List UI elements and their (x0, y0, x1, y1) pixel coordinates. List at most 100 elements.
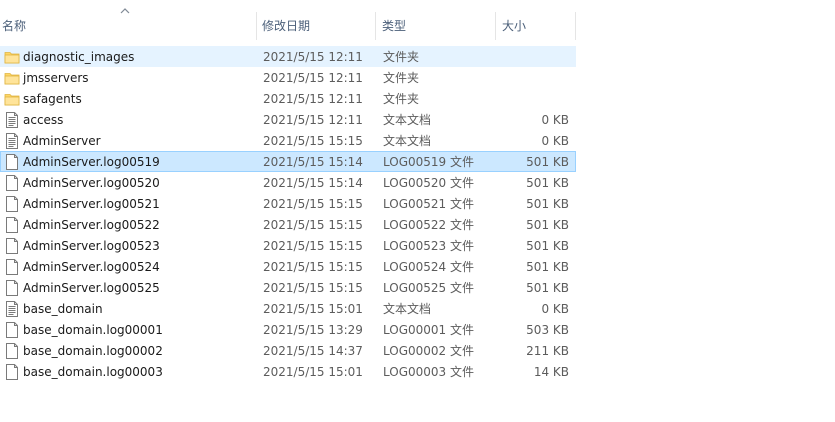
column-header-name-label: 名称 (2, 19, 27, 33)
file-modified-date: 2021/5/15 15:15 (263, 218, 363, 232)
blank-file-icon (4, 259, 20, 275)
file-modified-date: 2021/5/15 12:11 (263, 92, 363, 106)
folder-icon (4, 70, 20, 86)
file-row[interactable]: AdminServer.log00522 2021/5/15 15:15 LOG00… (0, 214, 576, 235)
column-header-type-label: 类型 (382, 19, 407, 33)
file-size: 501 KB (526, 260, 569, 274)
file-size: 501 KB (526, 218, 569, 232)
file-row[interactable]: access 2021/5/15 12:11 文本文档 0 KB (0, 109, 576, 130)
file-size: 14 KB (533, 365, 569, 379)
file-modified-date: 2021/5/15 15:15 (263, 239, 363, 253)
file-name: AdminServer.log00522 (23, 218, 160, 232)
file-row[interactable]: diagnostic_images 2021/5/15 12:11 文件夹 (0, 46, 576, 67)
file-modified-date: 2021/5/15 12:11 (263, 50, 363, 64)
blank-file-icon (4, 154, 20, 170)
sort-ascending-icon (120, 8, 130, 14)
file-size: 501 KB (526, 239, 569, 253)
file-modified-date: 2021/5/15 15:15 (263, 197, 363, 211)
blank-file-icon (4, 343, 20, 359)
file-size: 0 KB (541, 134, 569, 148)
file-type: 文本文档 (383, 302, 432, 316)
file-name: AdminServer.log00520 (23, 176, 160, 190)
file-row[interactable]: base_domain.log00003 2021/5/15 15:01 LOG00… (0, 361, 576, 382)
file-modified-date: 2021/5/15 15:14 (263, 155, 363, 169)
text-file-icon (4, 301, 20, 317)
file-type: 文件夹 (383, 71, 420, 85)
file-row[interactable]: base_domain.log00002 2021/5/15 14:37 LOG00… (0, 340, 576, 361)
column-header-type[interactable]: 类型 (376, 12, 496, 40)
file-type: 文本文档 (383, 113, 432, 127)
column-header-name[interactable]: 名称 (0, 8, 257, 40)
file-name: base_domain.log00003 (23, 365, 163, 379)
file-size: 503 KB (526, 323, 569, 337)
file-modified-date: 2021/5/15 15:01 (263, 302, 363, 316)
file-row[interactable]: jmsservers 2021/5/15 12:11 文件夹 (0, 67, 576, 88)
file-name: base_domain.log00001 (23, 323, 163, 337)
file-type: 文本文档 (383, 134, 432, 148)
file-explorer-details-view: 名称 修改日期 类型 大小 diagnostic_images 2021/5/15… (0, 0, 835, 422)
file-name: AdminServer (23, 134, 101, 148)
file-row[interactable]: safagents 2021/5/15 12:11 文件夹 (0, 88, 576, 109)
file-type: LOG00520 文件 (383, 176, 474, 190)
file-type: LOG00521 文件 (383, 197, 474, 211)
file-name: AdminServer.log00525 (23, 281, 160, 295)
file-row[interactable]: base_domain 2021/5/15 15:01 文本文档 0 KB (0, 298, 576, 319)
file-modified-date: 2021/5/15 15:14 (263, 176, 363, 190)
file-modified-date: 2021/5/15 15:15 (263, 281, 363, 295)
file-size: 501 KB (526, 281, 569, 295)
blank-file-icon (4, 196, 20, 212)
file-name: base_domain.log00002 (23, 344, 163, 358)
file-size: 0 KB (541, 113, 569, 127)
file-list: diagnostic_images 2021/5/15 12:11 文件夹 jmsse… (0, 46, 576, 382)
file-row[interactable]: base_domain.log00001 2021/5/15 13:29 LOG00… (0, 319, 576, 340)
file-row[interactable]: AdminServer.log00519 2021/5/15 15:14 LOG00… (0, 151, 576, 172)
column-header-modified[interactable]: 修改日期 (257, 12, 376, 40)
blank-file-icon (4, 322, 20, 338)
file-type: LOG00519 文件 (383, 155, 474, 169)
file-size: 501 KB (526, 155, 569, 169)
folder-icon (4, 49, 20, 65)
blank-file-icon (4, 217, 20, 233)
file-modified-date: 2021/5/15 15:01 (263, 365, 363, 379)
file-name: AdminServer.log00523 (23, 239, 160, 253)
text-file-icon (4, 133, 20, 149)
column-header-size-label: 大小 (502, 19, 527, 33)
file-modified-date: 2021/5/15 13:29 (263, 323, 363, 337)
file-name: access (23, 113, 64, 127)
folder-icon (4, 91, 20, 107)
file-name: safagents (23, 92, 82, 106)
file-row[interactable]: AdminServer 2021/5/15 15:15 文本文档 0 KB (0, 130, 576, 151)
blank-file-icon (4, 175, 20, 191)
file-type: LOG00524 文件 (383, 260, 474, 274)
blank-file-icon (4, 238, 20, 254)
file-size: 0 KB (541, 302, 569, 316)
file-type: LOG00003 文件 (383, 365, 474, 379)
file-name: AdminServer.log00524 (23, 260, 160, 274)
column-header-bar: 名称 修改日期 类型 大小 (0, 8, 576, 40)
file-type: 文件夹 (383, 92, 420, 106)
file-modified-date: 2021/5/15 14:37 (263, 344, 363, 358)
file-modified-date: 2021/5/15 15:15 (263, 134, 363, 148)
file-row[interactable]: AdminServer.log00520 2021/5/15 15:14 LOG00… (0, 172, 576, 193)
file-type: LOG00523 文件 (383, 239, 474, 253)
file-name: diagnostic_images (23, 50, 135, 64)
file-type: LOG00002 文件 (383, 344, 474, 358)
file-modified-date: 2021/5/15 12:11 (263, 71, 363, 85)
file-size: 501 KB (526, 197, 569, 211)
file-row[interactable]: AdminServer.log00523 2021/5/15 15:15 LOG00… (0, 235, 576, 256)
file-type: LOG00522 文件 (383, 218, 474, 232)
file-row[interactable]: AdminServer.log00525 2021/5/15 15:15 LOG00… (0, 277, 576, 298)
file-row[interactable]: AdminServer.log00521 2021/5/15 15:15 LOG00… (0, 193, 576, 214)
blank-file-icon (4, 364, 20, 380)
file-name: base_domain (23, 302, 103, 316)
column-header-modified-label: 修改日期 (262, 19, 311, 33)
column-header-size[interactable]: 大小 (496, 12, 576, 40)
text-file-icon (4, 112, 20, 128)
file-type: LOG00525 文件 (383, 281, 474, 295)
file-name: jmsservers (23, 71, 89, 85)
file-size: 501 KB (526, 176, 569, 190)
file-modified-date: 2021/5/15 15:15 (263, 260, 363, 274)
file-name: AdminServer.log00519 (23, 155, 160, 169)
file-size: 211 KB (526, 344, 569, 358)
file-row[interactable]: AdminServer.log00524 2021/5/15 15:15 LOG00… (0, 256, 576, 277)
